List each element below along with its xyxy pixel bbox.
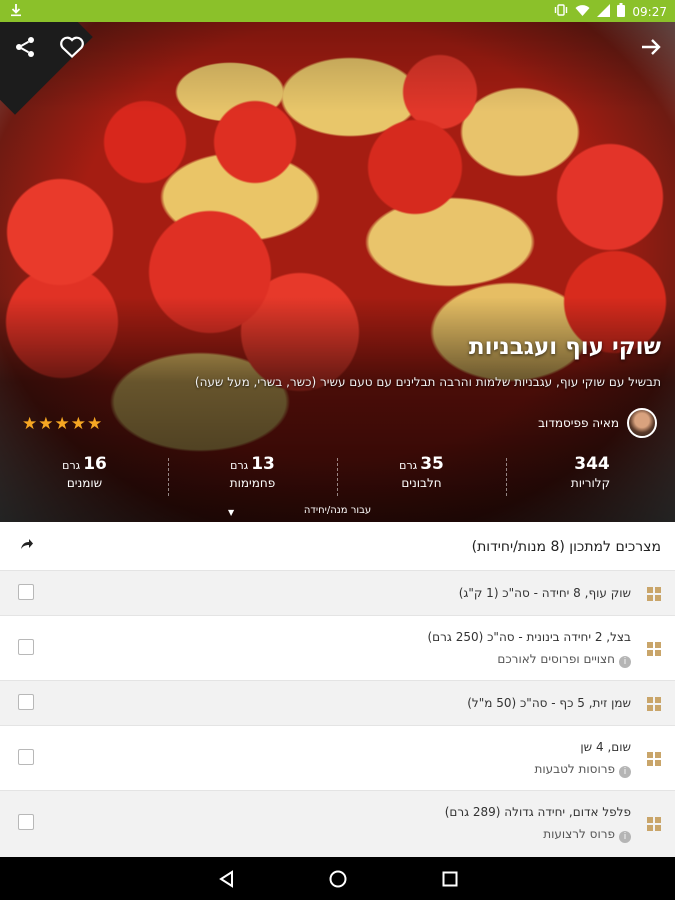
ingredient-text: פלפל אדום, יחידה גדולה (289 גרם) — [444, 805, 631, 819]
ingredient-checkbox[interactable] — [18, 814, 34, 830]
ingredient-text: שוק עוף, 8 יחידה - סה"כ (1 ק"ג) — [458, 586, 631, 600]
list-item[interactable]: בצל, 2 יחידה בינונית - סה"כ (250 גרם) iח… — [0, 615, 675, 680]
nutrition-calories: 344 קלוריות — [506, 454, 675, 500]
rating-stars: ★★★★★ — [22, 414, 104, 434]
nutrition-unit: גרם — [399, 459, 418, 472]
status-bar: 09:27 — [0, 0, 675, 22]
avatar — [627, 408, 657, 438]
download-icon — [10, 3, 22, 20]
list-item[interactable]: שמן זית, 5 כף - סה"כ (50 מ"ל) — [0, 680, 675, 725]
system-nav-bar — [0, 857, 675, 900]
ingredient-note: iחצויים ופרוסים לאורכם — [497, 652, 631, 668]
nutrition-value: 13 — [251, 454, 275, 474]
list-item[interactable]: שום, 4 שן iפרוסות לטבעות — [0, 725, 675, 790]
info-icon: i — [619, 831, 631, 843]
nutrition-protein: 35גרם חלבונים — [337, 454, 506, 500]
share-arrow-icon[interactable] — [20, 538, 34, 554]
drag-handle-icon[interactable] — [647, 587, 661, 601]
ingredient-note: iפרוס לרצועות — [543, 827, 631, 843]
ingredients-title: מצרכים למתכון (8 מנות/יחידות) — [471, 539, 661, 555]
nutrition-label: שומנים — [66, 476, 103, 490]
nutrition-label: פחמימות — [229, 476, 276, 490]
back-icon[interactable] — [214, 866, 240, 892]
nutrition-label: חלבונים — [401, 476, 442, 490]
recents-icon[interactable] — [437, 866, 463, 892]
nutrition-carbs: 13גרם פחמימות — [168, 454, 337, 500]
drag-handle-icon[interactable] — [647, 752, 661, 766]
nutrition-value: 16 — [83, 454, 107, 474]
nutrition-value: 35 — [420, 454, 444, 474]
recipe-hero-image: שוקי עוף ועגבניות תבשיל עם שוקי עוף, עגב… — [0, 22, 675, 522]
info-icon: i — [619, 766, 631, 778]
wifi-icon — [575, 4, 590, 20]
share-icon[interactable] — [10, 32, 40, 62]
vibrate-icon — [554, 3, 568, 20]
ingredient-checkbox[interactable] — [18, 584, 34, 600]
drag-handle-icon[interactable] — [647, 642, 661, 656]
arrow-forward-icon[interactable] — [636, 32, 666, 62]
recipe-subtitle: תבשיל עם שוקי עוף, עגבניות שלמות והרבה ת… — [194, 375, 661, 389]
nutrition-value: 344 — [574, 454, 610, 474]
info-icon: i — [619, 656, 631, 668]
list-item[interactable]: פלפל אדום, יחידה גדולה (289 גרם) iפרוס ל… — [0, 790, 675, 857]
drag-handle-icon[interactable] — [647, 697, 661, 711]
author-name: מאיה פפיסמדוב — [538, 416, 619, 430]
nutrition-unit: גרם — [62, 459, 81, 472]
recipe-title: שוקי עוף ועגבניות — [468, 334, 661, 360]
nutrition-label: קלוריות — [570, 476, 611, 490]
signal-icon — [597, 3, 611, 20]
ingredient-text: שום, 4 שן — [580, 740, 631, 754]
ingredient-text: בצל, 2 יחידה בינונית - סה"כ (250 גרם) — [427, 630, 632, 644]
ingredient-note: iפרוסות לטבעות — [534, 762, 631, 778]
battery-icon — [617, 3, 626, 20]
nutrition-unit: גרם — [230, 459, 249, 472]
ingredients-header: מצרכים למתכון (8 מנות/יחידות) — [0, 522, 675, 570]
drag-handle-icon[interactable] — [647, 817, 661, 831]
ingredient-checkbox[interactable] — [18, 749, 34, 765]
serving-selector[interactable]: עבור מנה/יחידה — [0, 505, 675, 516]
status-time: 09:27 — [632, 4, 667, 19]
nutrition-fats: 16גרם שומנים — [0, 454, 169, 500]
ingredient-checkbox[interactable] — [18, 639, 34, 655]
ingredient-checkbox[interactable] — [18, 694, 34, 710]
recipe-author[interactable]: מאיה פפיסמדוב — [538, 408, 657, 438]
list-item[interactable]: שוק עוף, 8 יחידה - סה"כ (1 ק"ג) — [0, 570, 675, 615]
ingredient-text: שמן זית, 5 כף - סה"כ (50 מ"ל) — [467, 696, 631, 710]
heart-icon[interactable] — [57, 32, 87, 62]
home-icon[interactable] — [325, 866, 351, 892]
